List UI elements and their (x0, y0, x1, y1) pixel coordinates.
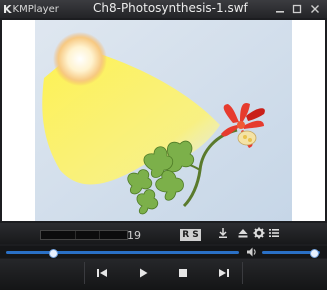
download-icon[interactable] (217, 227, 229, 243)
stop-icon[interactable] (174, 264, 192, 282)
time-counter: 19 (127, 229, 141, 242)
seek-handle[interactable] (49, 249, 58, 258)
player-window: K KMPlayer Ch8-Photosynthesis-1.swf 19 R… (0, 0, 327, 290)
control-bar (0, 259, 327, 290)
app-name: KMPlayer (12, 3, 59, 15)
restore-icon[interactable] (290, 2, 304, 15)
seek-bar[interactable] (6, 251, 239, 254)
volume-handle[interactable] (310, 249, 319, 258)
ab-repeat-button[interactable]: R S (180, 229, 201, 241)
video-display[interactable] (2, 20, 325, 221)
next-icon[interactable] (215, 264, 233, 282)
previous-icon[interactable] (93, 264, 111, 282)
play-icon[interactable] (134, 264, 152, 282)
window-title: Ch8-Photosynthesis-1.swf (93, 1, 248, 15)
minimize-icon[interactable] (273, 2, 287, 15)
logo-icon: K (3, 2, 12, 16)
app-logo[interactable]: K KMPlayer (3, 2, 59, 16)
list-icon[interactable] (268, 227, 280, 243)
position-track[interactable] (40, 230, 128, 240)
gear-icon[interactable] (253, 227, 265, 243)
eject-icon[interactable] (237, 227, 249, 243)
close-icon[interactable] (308, 2, 322, 15)
title-bar[interactable]: K KMPlayer Ch8-Photosynthesis-1.swf (0, 0, 327, 18)
